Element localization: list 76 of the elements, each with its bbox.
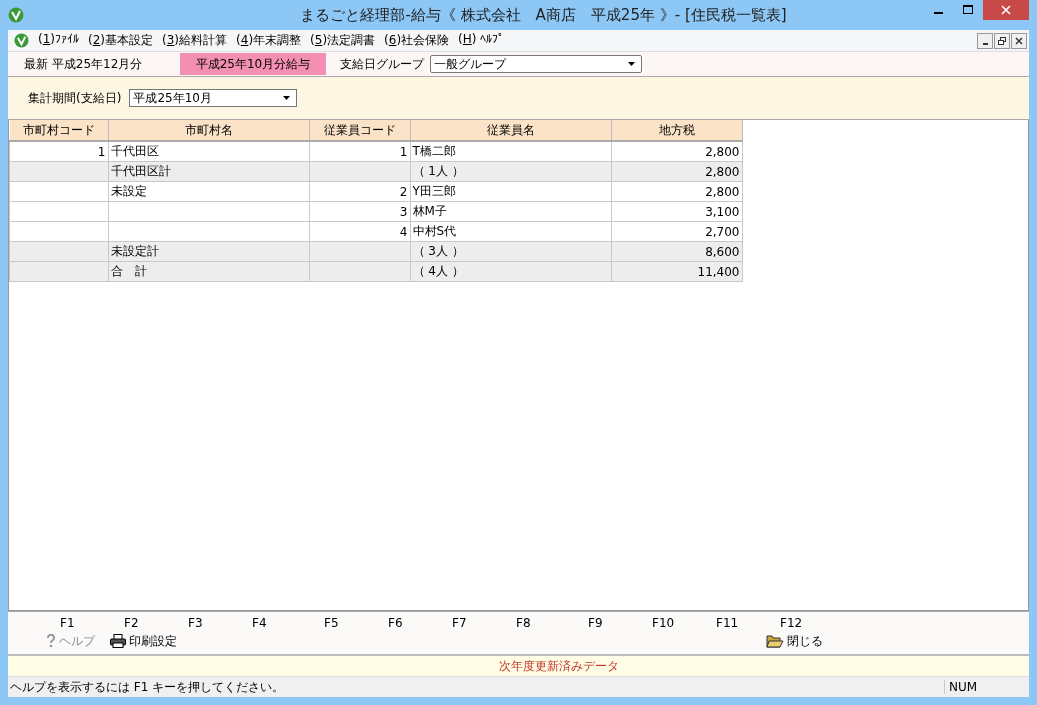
menu-item[interactable]: (1)ﾌｧｲﾙ — [38, 32, 79, 49]
notice-text: 次年度更新済みデータ — [497, 657, 619, 675]
status-message: ヘルプを表示するには F1 キーを押してください。 — [9, 678, 286, 696]
table-cell: 1 — [97, 144, 106, 159]
table-cell: 4 — [399, 224, 408, 239]
period-label: 集計期間(支給日) — [28, 89, 122, 107]
minimize-icon — [982, 42, 988, 45]
restore-button[interactable] — [994, 32, 1010, 49]
minimize-icon — [933, 12, 943, 14]
column-header[interactable]: 地方税 — [611, 120, 742, 141]
close-icon — [1015, 36, 1023, 45]
folder-icon — [766, 634, 784, 648]
column-header[interactable]: 従業員コード — [309, 120, 410, 141]
table-cell: 2,800 — [705, 164, 740, 179]
help-icon — [46, 634, 56, 648]
latest-period-label: 最新 平成25年12月分 — [24, 55, 144, 73]
minimize-button[interactable] — [977, 32, 993, 49]
table-cell: 2 — [399, 184, 408, 199]
function-key-label: F4 — [251, 615, 267, 632]
table-cell: 千代田区 — [110, 144, 159, 158]
window-title: まるごと経理部-給与《 株式会社 A商店 平成25年 》- [住民税一覧表] — [299, 5, 788, 25]
group-label: 支給日グループ — [340, 55, 424, 73]
period-dropdown[interactable]: 平成25年10月 — [129, 89, 298, 107]
function-key-label: F5 — [323, 615, 339, 632]
table-cell: 3 — [399, 204, 408, 219]
column-header[interactable]: 市町村名 — [108, 120, 309, 141]
table-cell: （ 4人 ） — [412, 264, 464, 278]
column-header[interactable]: 市町村コード — [9, 120, 108, 141]
function-key-label: F1 — [59, 615, 75, 632]
table-cell: （ 1人 ） — [412, 164, 464, 178]
function-key-label: F8 — [515, 615, 531, 632]
table-cell: 3,100 — [705, 204, 740, 219]
menu-item[interactable]: (3)給料計算 — [162, 32, 228, 49]
table-cell: 中村S代 — [412, 224, 457, 238]
function-key-label: F9 — [587, 615, 603, 632]
maximize-icon — [963, 5, 973, 15]
caret-icon — [283, 96, 291, 100]
function-key-label: F7 — [451, 615, 467, 632]
table-cell: 8,600 — [705, 244, 740, 259]
table-cell: 未設定計 — [110, 244, 159, 258]
group-dropdown[interactable]: 一般グループ — [430, 55, 642, 73]
function-key-label: F6 — [387, 615, 403, 632]
table-cell: 11,400 — [697, 264, 740, 279]
app-logo-icon — [8, 7, 24, 23]
table-cell: 未設定 — [110, 184, 147, 198]
caret-icon — [628, 62, 635, 66]
print-settings-button[interactable]: 印刷設定 — [110, 632, 177, 650]
restore-icon — [998, 36, 1006, 45]
function-key-label: F3 — [187, 615, 203, 632]
menu-item[interactable]: (H) ﾍﾙﾌﾟ — [458, 32, 505, 49]
close-screen-button[interactable]: 閉じる — [766, 632, 823, 650]
table-cell: 合 計 — [110, 264, 147, 278]
close-icon — [1001, 5, 1011, 15]
table-cell: Y田三郎 — [412, 184, 456, 198]
column-header[interactable]: 従業員名 — [410, 120, 611, 141]
table-cell: 千代田区計 — [110, 164, 171, 178]
table-cell: 2,700 — [705, 224, 740, 239]
function-key-label: F2 — [123, 615, 139, 632]
menu-item[interactable]: (6)社会保険 — [384, 32, 450, 49]
table-cell: T橋二郎 — [412, 144, 456, 158]
menu-item[interactable]: (2)基本設定 — [88, 32, 154, 49]
app-logo-icon[interactable] — [14, 33, 29, 48]
function-key-label: F12 — [779, 615, 803, 632]
table-cell: （ 3人 ） — [412, 244, 464, 258]
num-lock-indicator: NUM — [944, 680, 989, 694]
menu-item[interactable]: (5)法定調書 — [310, 32, 376, 49]
current-period-badge: 平成25年10月分給与 — [180, 53, 326, 75]
menu-item[interactable]: (4)年末調整 — [236, 32, 302, 49]
printer-icon — [110, 634, 126, 648]
function-key-label: F11 — [715, 615, 739, 632]
close-button[interactable] — [1011, 32, 1027, 49]
table-cell: 2,800 — [705, 144, 740, 159]
table-cell: 林M子 — [412, 204, 447, 218]
table-cell: 2,800 — [705, 184, 740, 199]
table-cell: 1 — [399, 144, 408, 159]
function-key-label: F10 — [651, 615, 675, 632]
